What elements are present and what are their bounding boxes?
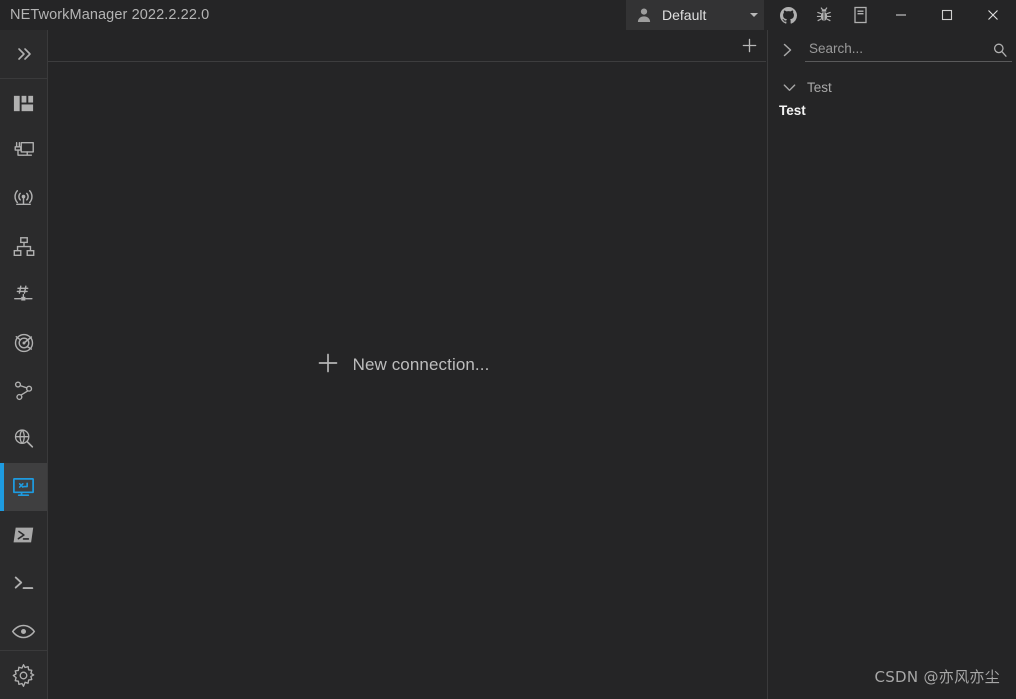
profile-dropdown[interactable]: Default <box>626 0 764 30</box>
sidebar-item-settings[interactable] <box>0 651 47 699</box>
add-tab-icon[interactable] <box>732 30 766 61</box>
application-window: NETworkManager 2022.2.22.0 Default New c… <box>0 0 1016 699</box>
profiles-tree: Test Test <box>768 70 1016 122</box>
chevron-down-icon <box>750 13 758 17</box>
chevron-down-icon[interactable] <box>778 76 800 98</box>
title-bar: NETworkManager 2022.2.22.0 Default <box>0 0 1016 30</box>
remote-desktop-icon <box>11 475 36 500</box>
profiles-panel: Test Test <box>767 30 1016 699</box>
maximize-button[interactable] <box>924 0 970 30</box>
profile-label: Default <box>662 7 707 23</box>
bug-icon[interactable] <box>806 0 842 30</box>
profiles-toolbar <box>768 30 1016 70</box>
sidebar-item-dashboard[interactable] <box>0 79 47 127</box>
chevron-right-icon[interactable] <box>776 39 798 61</box>
powershell-icon <box>12 523 36 547</box>
sidebar-item-dns-lookup[interactable] <box>0 415 47 463</box>
profile-item-label: Test <box>779 102 806 118</box>
plus-icon <box>317 352 339 379</box>
person-icon <box>636 7 652 23</box>
profile-group[interactable]: Test <box>768 76 1016 98</box>
expand-menu-icon[interactable] <box>0 30 47 78</box>
sidebar-item-traceroute[interactable] <box>0 367 47 415</box>
search-icon[interactable] <box>988 38 1012 62</box>
new-connection-label: New connection... <box>352 355 490 374</box>
sidebar <box>0 30 48 699</box>
profile-item[interactable]: Test <box>768 98 1016 122</box>
book-icon[interactable] <box>842 0 878 30</box>
sidebar-item-port-scanner[interactable] <box>0 271 47 319</box>
sidebar-item-ip-scanner[interactable] <box>0 223 47 271</box>
title-bar-actions: Default <box>626 0 1016 30</box>
watermark: CSDN @亦风亦尘 <box>874 668 1000 686</box>
dashboard-icon <box>12 92 35 115</box>
connection-canvas: New connection... <box>48 62 766 698</box>
github-icon[interactable] <box>770 0 806 30</box>
close-button[interactable] <box>970 0 1016 30</box>
network-interface-icon <box>12 139 36 163</box>
profile-group-label: Test <box>807 79 832 95</box>
sidebar-item-tigervnc[interactable] <box>0 607 47 655</box>
traceroute-icon <box>12 379 36 403</box>
minimize-button[interactable] <box>878 0 924 30</box>
sidebar-item-powershell[interactable] <box>0 511 47 559</box>
main-content: New connection... <box>48 30 766 699</box>
wifi-icon <box>11 187 36 212</box>
eye-icon <box>11 619 36 644</box>
search-field[interactable] <box>805 38 1012 62</box>
globe-search-icon <box>12 427 36 451</box>
page-title: NETworkManager 2022.2.22.0 <box>10 7 210 23</box>
hash-port-icon <box>12 283 36 307</box>
network-topology-icon <box>12 235 36 259</box>
search-input[interactable] <box>805 41 988 58</box>
new-connection-button[interactable]: New connection... <box>317 352 490 379</box>
tab-strip <box>48 30 766 62</box>
sidebar-item-network-interface[interactable] <box>0 127 47 175</box>
sidebar-item-putty[interactable] <box>0 559 47 607</box>
sidebar-bottom <box>0 650 47 699</box>
sidebar-item-ping-monitor[interactable] <box>0 319 47 367</box>
radar-icon <box>12 331 36 355</box>
sidebar-item-wifi[interactable] <box>0 175 47 223</box>
terminal-icon <box>12 571 36 595</box>
sidebar-item-remote-desktop[interactable] <box>0 463 47 511</box>
gear-icon <box>11 663 36 688</box>
